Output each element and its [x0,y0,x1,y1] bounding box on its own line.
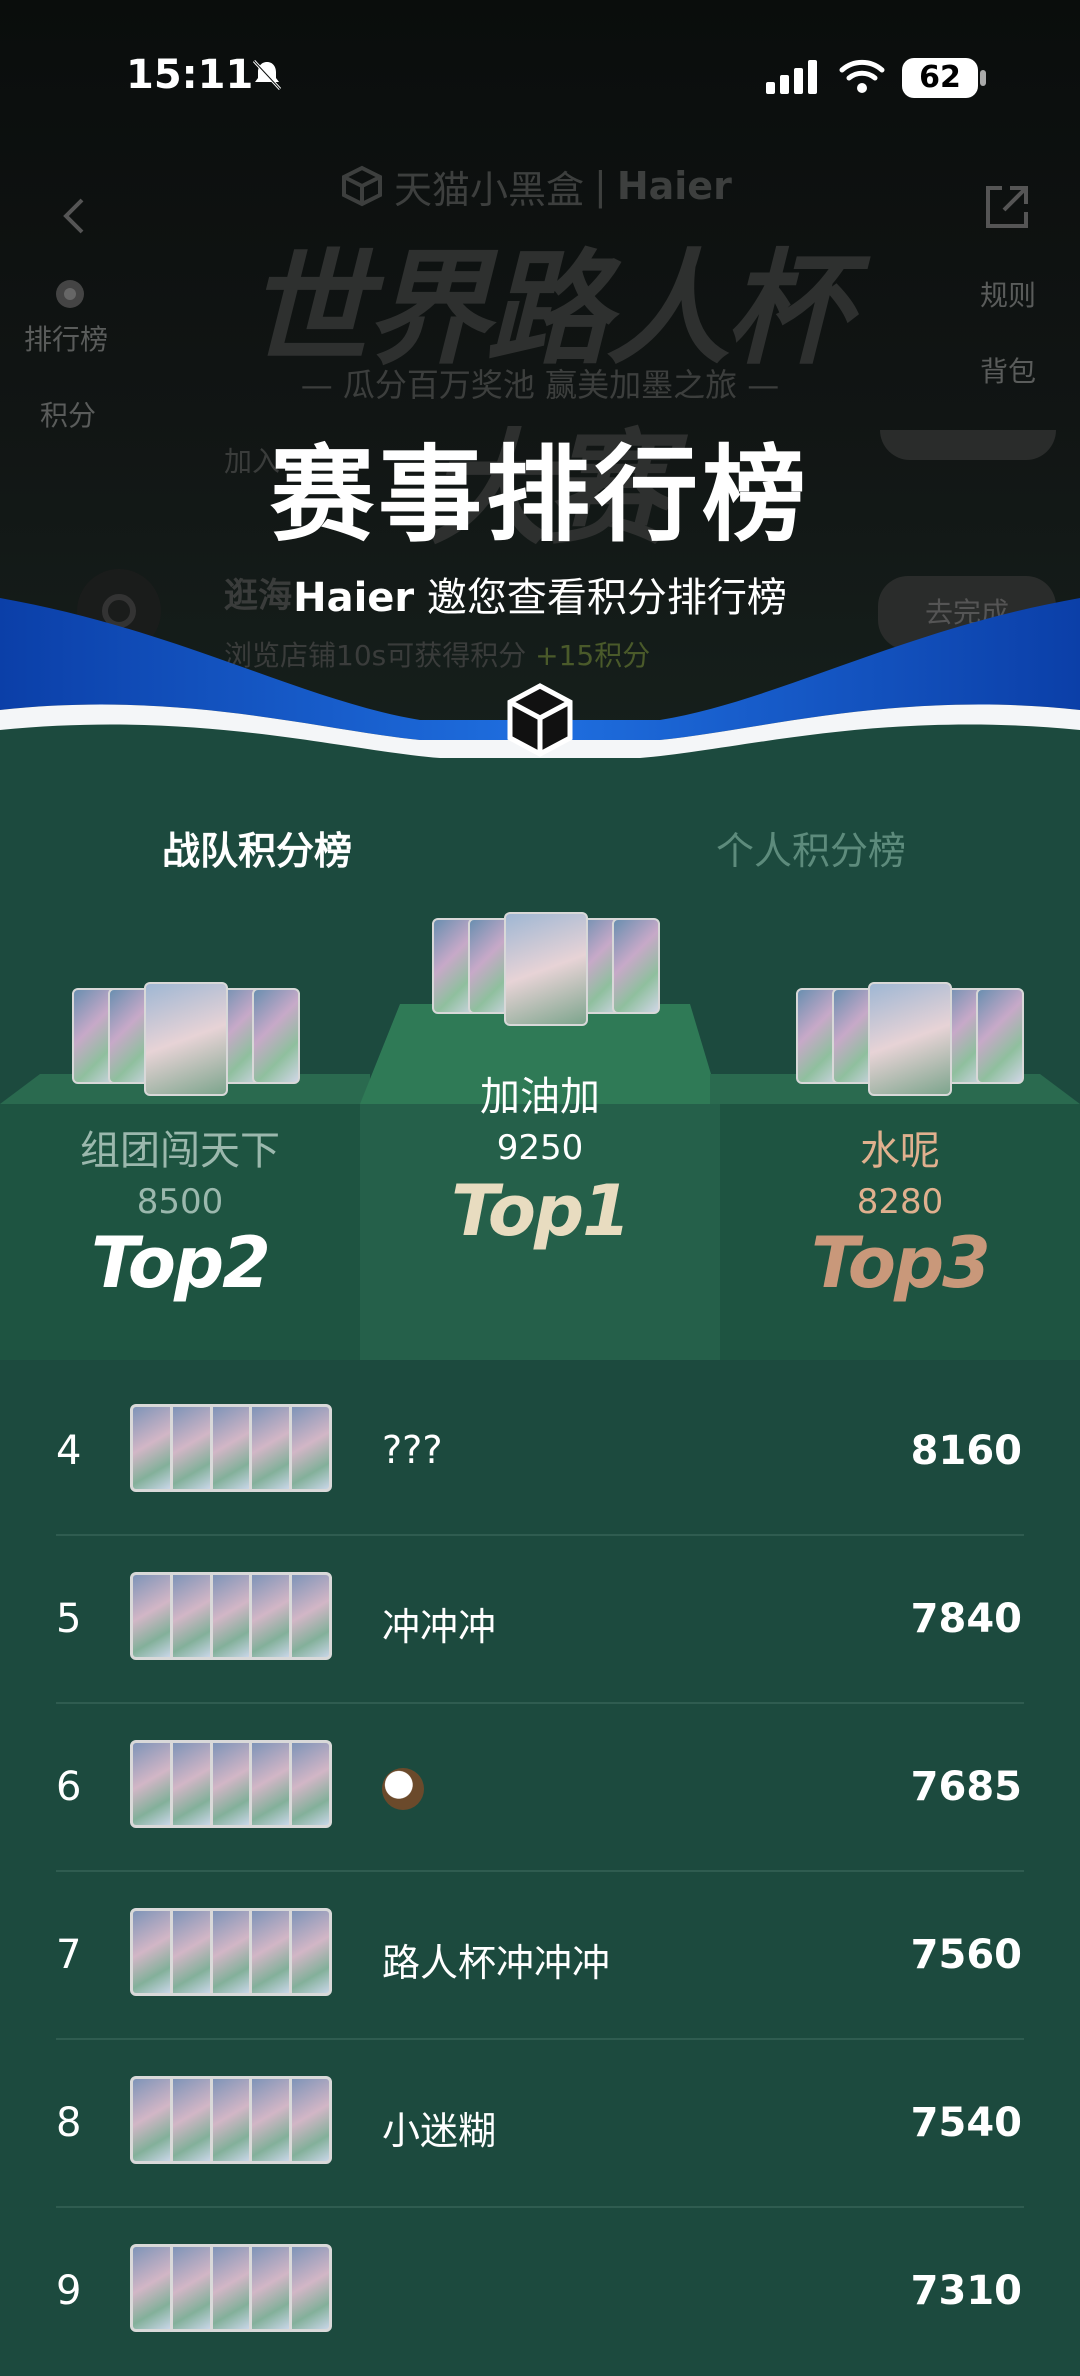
back-arrow-icon[interactable] [58,196,88,236]
ranking-row[interactable]: 4 ??? 8160 [0,1368,1080,1536]
team-cards-thumbnail [130,1404,332,1492]
first-team-name: 加油加 [480,1074,600,1120]
team-cards-thumbnail [130,1740,332,1828]
third-place-label: Top3 [811,1222,991,1304]
ranking-row[interactable]: 6 7685 [0,1704,1080,1872]
wifi-icon [839,59,885,93]
rank-number: 5 [56,1596,82,1642]
ranking-row[interactable]: 9 7310 [0,2208,1080,2376]
ranking-row[interactable]: 7 路人杯冲冲冲 7560 [0,1872,1080,2040]
rank-number: 9 [56,2268,82,2314]
brand-tmall: 天猫小黑盒 [394,167,585,212]
brand-bar: 天猫小黑盒 | Haier [340,160,760,212]
event-header: 15:11 62 天猫小黑盒 | Haier 世界路人杯大赛 — 瓜分百万奖池 … [0,0,1080,760]
status-bar: 15:11 62 [0,0,1080,150]
team-score: 7540 [910,2100,1022,2146]
team-name: 小迷糊 [382,2109,497,2153]
team-cards-thumbnail [130,2076,332,2164]
coconut-icon [382,1767,424,1810]
side-backpack-button[interactable]: 背包 [980,350,1036,390]
event-tagline: — 瓜分百万奖池 赢美加墨之旅 — [300,366,780,404]
team-score: 7840 [910,1596,1022,1642]
battery-tip [980,70,986,86]
rank-number: 6 [56,1764,82,1810]
second-team-score: 8500 [136,1182,224,1222]
battery-indicator: 62 [902,58,978,98]
side-rules-button[interactable]: 规则 [980,274,1036,314]
team-score: 7310 [910,2268,1022,2314]
side-leaderboard-button[interactable]: 排行榜 [24,318,108,358]
third-team-cards [796,982,1024,1096]
team-cards-thumbnail [130,1908,332,1996]
tab-team-points[interactable]: 战队积分榜 [162,820,352,875]
tmall-cube-logo-icon [507,683,573,757]
team-cards-thumbnail [130,2244,332,2332]
team-name [382,1764,424,1810]
ranking-row[interactable]: 5 冲冲冲 7840 [0,1536,1080,1704]
medal-icon [56,280,84,308]
leaderboard-title: 赛事排行榜 [269,434,810,556]
first-place-label: Top1 [451,1170,631,1252]
ranking-row[interactable]: 8 小迷糊 7540 [0,2040,1080,2208]
rank-number: 4 [56,1428,82,1474]
cell-signal-icon [766,60,817,94]
team-score: 8160 [910,1428,1022,1474]
third-team-score: 8280 [856,1182,944,1222]
tab-personal-points[interactable]: 个人积分榜 [716,820,906,875]
first-team-score: 9250 [496,1128,584,1168]
team-score: 7685 [910,1764,1022,1810]
team-score: 7560 [910,1932,1022,1978]
status-time: 15:11 [126,52,254,98]
share-icon[interactable] [980,180,1034,234]
team-name: ??? [382,1428,443,1472]
rank-number: 8 [56,2100,82,2146]
podium: 组团闯天下 8500 Top2 加油加 9250 Top1 水呢 8280 To… [0,912,1080,1360]
brand-divider: | [594,164,607,208]
tmall-box-logo-icon [342,165,382,207]
silent-bell-icon [252,59,282,91]
rank-number: 7 [56,1932,82,1978]
team-name: 冲冲冲 [382,1605,497,1649]
third-team-name: 水呢 [860,1128,940,1174]
team-cards-thumbnail [130,1572,332,1660]
first-team-cards [432,912,660,1026]
team-name: 路人杯冲冲冲 [382,1941,611,1985]
second-team-name: 组团闯天下 [80,1128,280,1174]
second-place-label: Top2 [91,1222,271,1304]
second-team-cards [72,982,300,1096]
brand-haier: Haier [616,164,732,208]
